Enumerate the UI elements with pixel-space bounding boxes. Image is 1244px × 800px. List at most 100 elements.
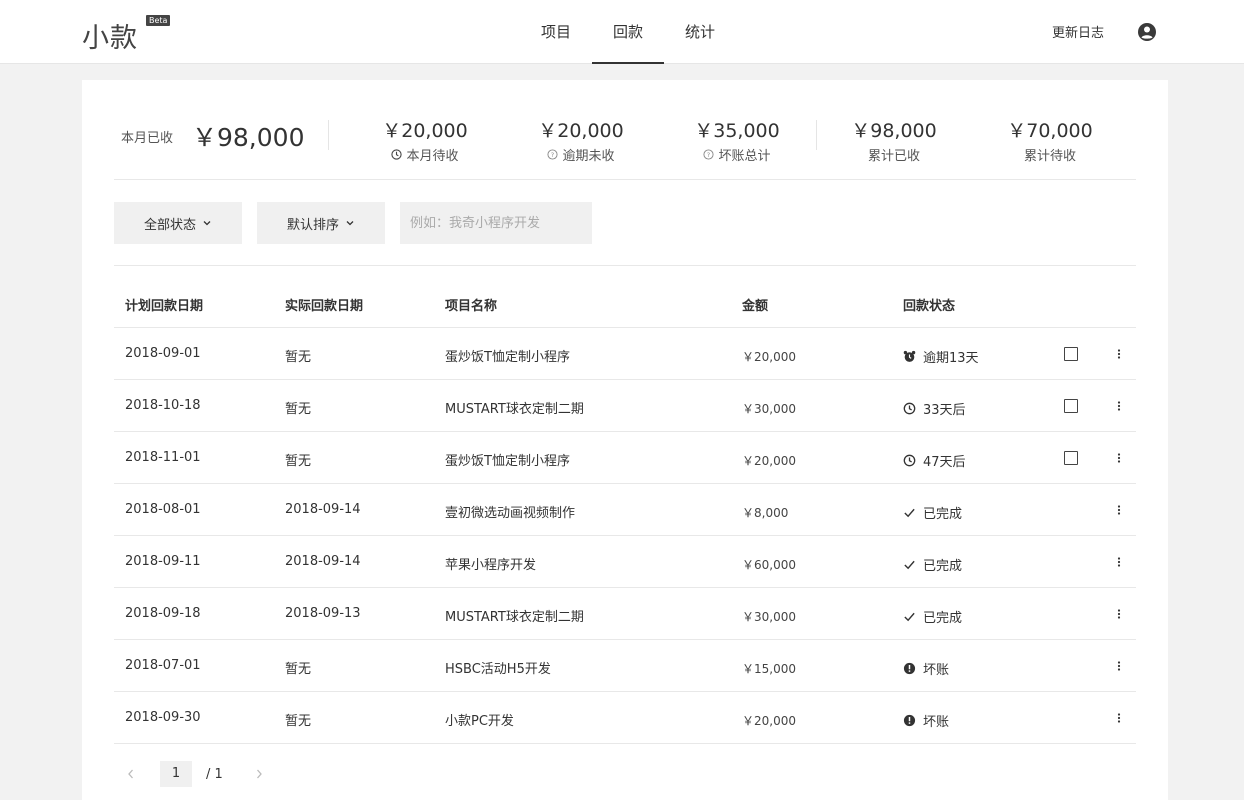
more-vertical-icon[interactable] (1114, 710, 1124, 726)
more-vertical-icon[interactable] (1114, 502, 1124, 518)
amount: ￥20,000 (742, 454, 796, 468)
divider (816, 120, 817, 150)
status-filter-label: 全部状态 (143, 217, 196, 233)
project-name[interactable]: 小款PC开发 (445, 710, 514, 729)
user-circle-icon[interactable] (1137, 22, 1157, 42)
month-received-value: ￥98,000 (192, 123, 305, 152)
search-input[interactable] (400, 202, 592, 244)
table-row[interactable]: 2018-10-18 暂无 MUSTART球衣定制二期 ￥30,000 33天后 (114, 380, 1136, 432)
changelog-link[interactable]: 更新日志 (1052, 22, 1104, 41)
payment-status: 47天后 (903, 451, 966, 470)
beta-badge: Beta (146, 15, 171, 26)
chevron-down-icon (203, 221, 211, 226)
actual-date: 2018-09-14 (285, 502, 361, 517)
check-icon (903, 610, 916, 623)
actual-date: 暂无 (285, 350, 312, 365)
table-row[interactable]: 2018-07-01 暂无 HSBC活动H5开发 ￥15,000 坏账 (114, 640, 1136, 692)
project-name[interactable]: 苹果小程序开发 (445, 554, 536, 573)
stat-label-row: ? 坏账总计 (662, 145, 812, 164)
payment-status: 坏账 (903, 711, 949, 730)
table-row[interactable]: 2018-09-11 2018-09-14 苹果小程序开发 ￥60,000 已完成 (114, 536, 1136, 588)
table-row[interactable]: 2018-09-01 暂无 蛋炒饭T恤定制小程序 ￥20,000 逾期13天 (114, 328, 1136, 380)
column-header-planned-date[interactable]: 计划回款日期 (125, 295, 203, 314)
status-text: 33天后 (923, 403, 966, 418)
payment-status: 已完成 (903, 555, 962, 574)
more-vertical-icon[interactable] (1114, 606, 1124, 622)
stat-label: 逾期未收 (562, 149, 615, 164)
summary-bar: 本月已收 ￥98,000 ￥20,000 本月待收 ￥20,000 ? 逾期未收… (114, 80, 1136, 180)
table-row[interactable]: 2018-09-18 2018-09-13 MUSTART球衣定制二期 ￥30,000… (114, 588, 1136, 640)
stat-value: ￥20,000 (538, 120, 624, 142)
payment-status: 已完成 (903, 607, 962, 626)
more-vertical-icon[interactable] (1114, 554, 1124, 570)
check-icon (903, 506, 916, 519)
table-row[interactable]: 2018-09-30 暂无 小款PC开发 ￥20,000 坏账 (114, 692, 1136, 744)
planned-date: 2018-08-01 (125, 502, 201, 517)
project-name[interactable]: 蛋炒饭T恤定制小程序 (445, 450, 570, 469)
stat-label: 本月待收 (406, 149, 459, 164)
actual-date: 暂无 (285, 454, 312, 469)
nav-item-stats[interactable]: 统计 (664, 0, 736, 64)
more-vertical-icon[interactable] (1114, 398, 1124, 414)
alarm-clock-icon (903, 350, 916, 363)
mark-received-checkbox[interactable] (1064, 399, 1078, 413)
clock-icon (903, 454, 916, 467)
project-name[interactable]: MUSTART球衣定制二期 (445, 398, 584, 417)
project-name[interactable]: 壹初微选动画视频制作 (445, 502, 575, 521)
project-name[interactable]: HSBC活动H5开发 (445, 658, 551, 677)
table-row[interactable]: 2018-08-01 2018-09-14 壹初微选动画视频制作 ￥8,000 已完成 (114, 484, 1136, 536)
chevron-left-icon[interactable] (126, 768, 136, 780)
table-header: 计划回款日期 实际回款日期 项目名称 金额 回款状态 (114, 266, 1136, 328)
planned-date: 2018-09-30 (125, 710, 201, 725)
sort-dropdown[interactable]: 默认排序 (257, 202, 385, 244)
stat-value: ￥20,000 (382, 120, 468, 142)
nav-item-projects[interactable]: 项目 (520, 0, 592, 64)
planned-date: 2018-11-01 (125, 450, 201, 465)
amount: ￥60,000 (742, 558, 796, 572)
more-vertical-icon[interactable] (1114, 346, 1124, 362)
month-received-label: 本月已收 (121, 131, 174, 146)
stat-value: ￥70,000 (1007, 120, 1093, 142)
chevron-right-icon[interactable] (254, 768, 264, 780)
payment-status: 已完成 (903, 503, 962, 522)
more-vertical-icon[interactable] (1114, 658, 1124, 674)
status-text: 坏账 (923, 715, 950, 730)
payment-status: 逾期13天 (903, 347, 979, 366)
project-name[interactable]: 蛋炒饭T恤定制小程序 (445, 346, 570, 365)
actual-date: 2018-09-14 (285, 554, 361, 569)
stat-value: ￥98,000 (851, 120, 937, 142)
more-vertical-icon[interactable] (1114, 450, 1124, 466)
amount: ￥30,000 (742, 402, 796, 416)
amount: ￥15,000 (742, 662, 796, 676)
nav-item-payments[interactable]: 回款 (592, 0, 664, 64)
column-header-amount[interactable]: 金额 (742, 295, 768, 314)
project-name[interactable]: MUSTART球衣定制二期 (445, 606, 584, 625)
actual-date: 暂无 (285, 402, 312, 417)
pagination: 1 / 1 (114, 760, 514, 790)
table-body: 2018-09-01 暂无 蛋炒饭T恤定制小程序 ￥20,000 逾期13天 2018-1… (114, 328, 1136, 744)
mark-received-checkbox[interactable] (1064, 347, 1078, 361)
actual-date: 暂无 (285, 662, 312, 677)
top-header: 小款 Beta 项目 回款 统计 更新日志 (0, 0, 1244, 64)
amount: ￥30,000 (742, 610, 796, 624)
alert-circle-icon (903, 662, 916, 675)
question-circle-icon[interactable]: ? (547, 149, 559, 160)
column-header-project[interactable]: 项目名称 (445, 295, 497, 314)
chevron-down-icon (346, 221, 354, 226)
mark-received-checkbox[interactable] (1064, 451, 1078, 465)
payment-status: 坏账 (903, 659, 949, 678)
actual-date: 2018-09-13 (285, 606, 361, 621)
table-row[interactable]: 2018-11-01 暂无 蛋炒饭T恤定制小程序 ￥20,000 47天后 (114, 432, 1136, 484)
stat-label-row: 累计待收 (975, 145, 1125, 164)
status-filter-dropdown[interactable]: 全部状态 (114, 202, 242, 244)
status-text: 已完成 (923, 611, 963, 626)
sort-label: 默认排序 (286, 217, 339, 233)
planned-date: 2018-10-18 (125, 398, 201, 413)
planned-date: 2018-09-01 (125, 346, 201, 361)
current-page[interactable]: 1 (160, 761, 192, 787)
amount: ￥20,000 (742, 714, 796, 728)
question-circle-icon[interactable]: ? (703, 149, 715, 160)
column-header-actual-date[interactable]: 实际回款日期 (285, 295, 363, 314)
stat-label-row: 本月待收 (350, 145, 500, 164)
column-header-status[interactable]: 回款状态 (903, 295, 955, 314)
